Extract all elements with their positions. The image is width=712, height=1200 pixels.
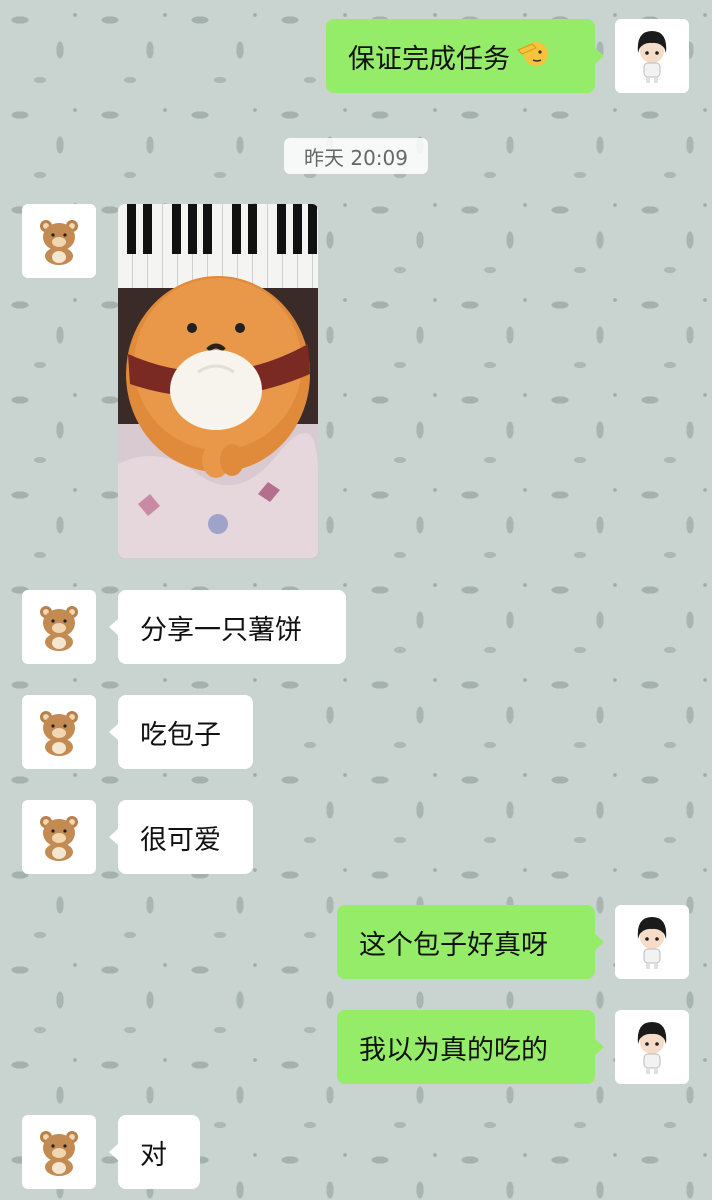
bear-avatar-icon — [40, 606, 78, 651]
contact-avatar[interactable] — [22, 1115, 96, 1189]
message-bubble-outgoing[interactable]: 保证完成任务 — [326, 19, 604, 93]
message-text: 保证完成任务 — [348, 43, 510, 75]
boy-avatar-icon — [637, 917, 667, 969]
boy-avatar-icon — [637, 31, 667, 83]
message-bubble-incoming[interactable]: 很可爱 — [109, 800, 253, 874]
message-bubble-incoming[interactable]: 对 — [109, 1115, 200, 1189]
message-bubble-incoming[interactable]: 分享一只薯饼 — [109, 590, 346, 664]
message-bubble-outgoing[interactable]: 我以为真的吃的 — [337, 1010, 604, 1084]
message-text: 这个包子好真呀 — [359, 929, 548, 961]
message-bubble-outgoing[interactable]: 这个包子好真呀 — [337, 905, 604, 979]
bear-avatar-icon — [40, 711, 78, 756]
message-text: 分享一只薯饼 — [140, 614, 302, 646]
contact-avatar[interactable] — [22, 590, 96, 664]
contact-avatar[interactable] — [22, 695, 96, 769]
message-text: 我以为真的吃的 — [359, 1034, 548, 1066]
plush-photo — [118, 204, 318, 558]
boy-avatar-icon — [637, 1022, 667, 1074]
self-avatar[interactable] — [615, 1010, 689, 1084]
self-avatar[interactable] — [615, 905, 689, 979]
bear-avatar-icon — [40, 1131, 78, 1176]
bear-avatar-icon — [40, 816, 78, 861]
message-bubble-incoming[interactable]: 吃包子 — [109, 695, 253, 769]
message-text: 吃包子 — [140, 719, 221, 751]
contact-avatar[interactable] — [22, 204, 96, 278]
contact-avatar[interactable] — [22, 800, 96, 874]
timestamp: 昨天 20:09 — [284, 138, 428, 174]
message-text: 对 — [140, 1139, 167, 1171]
self-avatar[interactable] — [615, 19, 689, 93]
shared-photo[interactable] — [118, 204, 318, 558]
bear-avatar-icon — [40, 220, 78, 265]
salute-emoji-icon — [516, 38, 550, 75]
message-text: 很可爱 — [140, 824, 221, 856]
